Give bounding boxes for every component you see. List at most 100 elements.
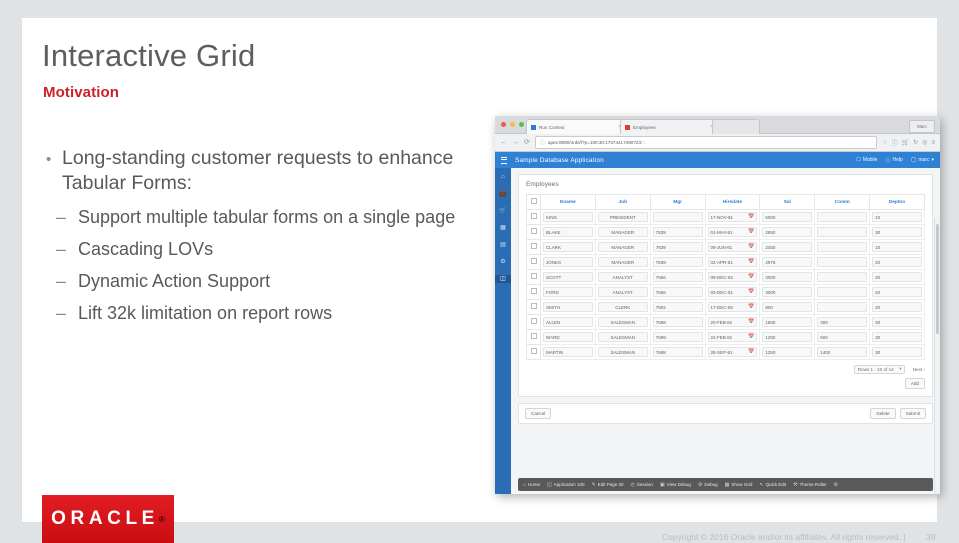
checkbox-icon[interactable] (530, 243, 537, 249)
cancel-button[interactable]: Cancel (525, 408, 552, 419)
rows-range-select[interactable]: Rows 1 - 10 of 14 (853, 365, 905, 374)
cell-mgr[interactable]: 7698 (649, 314, 706, 330)
checkbox-icon[interactable] (530, 273, 537, 279)
cell-input-comm[interactable] (817, 272, 868, 282)
cell-comm[interactable] (814, 299, 871, 315)
row-select-cell[interactable] (526, 344, 541, 360)
zoom-window-icon[interactable] (519, 122, 524, 127)
browser-menu-icon[interactable]: ≡ (931, 140, 935, 146)
cell-hiredate[interactable]: 01-MAY-81 📅 (704, 224, 761, 240)
cell-input-sal[interactable]: 3000 (762, 272, 813, 282)
table-row[interactable]: MARTIN SALESMAN 7698 28-SEP-81 📅 1250 1400 30 (526, 344, 925, 360)
cell-ename[interactable]: BLAKE (540, 224, 596, 240)
cell-input-ename[interactable]: MARTIN (543, 347, 593, 357)
cell-comm[interactable] (814, 239, 871, 255)
cell-input-ename[interactable]: KING (543, 212, 593, 222)
window-controls[interactable] (501, 122, 524, 127)
cell-input-mgr[interactable]: 7566 (652, 287, 703, 297)
cell-deptno[interactable]: 20 (869, 254, 925, 270)
bookmark-star-icon[interactable]: ☆ (882, 139, 887, 146)
cell-mgr[interactable]: 7566 (649, 284, 706, 300)
cell-input-hiredate[interactable]: 17-NOV-81 📅 (707, 212, 758, 222)
column-header-hiredate[interactable]: Hiredate (704, 194, 761, 210)
cell-input-mgr[interactable] (652, 212, 703, 222)
cell-input-sal[interactable]: 1250 (762, 347, 813, 357)
cell-deptno[interactable]: 10 (869, 239, 925, 255)
cell-input-hiredate[interactable]: 01-MAY-81 📅 (707, 227, 758, 237)
address-bar[interactable]: ⓘ apex:8080/ords/f?p=100:30:176744174907… (534, 136, 878, 149)
cell-deptno[interactable]: 20 (869, 299, 925, 315)
cell-input-sal[interactable]: 1250 (762, 332, 813, 342)
scrollbar-thumb[interactable] (936, 224, 939, 334)
sidebar-item-grid[interactable]: ◫ (495, 275, 511, 283)
cell-input-job[interactable]: PRESIDENT (597, 212, 648, 222)
cell-input-sal[interactable]: 2975 (762, 257, 813, 267)
cell-input-deptno[interactable]: 10 (872, 212, 922, 222)
cell-input-sal[interactable]: 3000 (762, 287, 813, 297)
cell-input-deptno[interactable]: 30 (872, 317, 922, 327)
cell-input-comm[interactable] (817, 302, 868, 312)
cell-job[interactable]: SALESMAN (594, 329, 651, 345)
cell-ename[interactable]: WARD (540, 329, 596, 345)
column-header-ename[interactable]: Ename (540, 194, 596, 210)
column-header-comm[interactable]: Comm (814, 194, 871, 210)
calendar-icon[interactable]: 📅 (748, 244, 754, 250)
sidebar-item-gear[interactable]: ⚙ (499, 258, 507, 266)
devbar-item-application-100[interactable]: ◱ Application 100 (547, 482, 585, 488)
cell-job[interactable]: ANALYST (594, 284, 651, 300)
cell-input-mgr[interactable]: 7839 (652, 242, 703, 252)
calendar-icon[interactable]: 📅 (748, 304, 754, 310)
cell-mgr[interactable]: 7698 (649, 344, 706, 360)
browser-user-menu[interactable]: Marc (909, 120, 935, 133)
cell-hiredate[interactable]: 22-FEB-81 📅 (704, 329, 761, 345)
submit-button[interactable]: Submit (899, 408, 926, 419)
cell-input-mgr[interactable]: 7902 (652, 302, 703, 312)
cell-hiredate[interactable]: 03-DEC-81 📅 (704, 284, 761, 300)
cell-input-mgr[interactable]: 7839 (652, 257, 703, 267)
calendar-icon[interactable]: 📅 (748, 274, 754, 280)
devbar-item-view-debug[interactable]: ▣ View Debug (660, 482, 691, 488)
devbar-item-show-grid[interactable]: ▦ Show Grid (725, 482, 753, 488)
cell-deptno[interactable]: 20 (869, 284, 925, 300)
checkbox-icon[interactable] (530, 303, 537, 309)
back-icon[interactable]: ← (500, 139, 507, 146)
next-page-button[interactable]: Next › (913, 367, 925, 372)
cell-input-comm[interactable] (817, 242, 868, 252)
cell-input-sal[interactable]: 5000 (762, 212, 813, 222)
cell-sal[interactable]: 800 (759, 299, 816, 315)
cell-input-job[interactable]: SALESMAN (597, 332, 648, 342)
cell-sal[interactable]: 3000 (759, 284, 816, 300)
devbar-item-home[interactable]: ⌂ Home (523, 482, 540, 488)
profile-icon[interactable]: ◎ (922, 139, 927, 146)
cell-input-ename[interactable]: FORD (543, 287, 593, 297)
cell-input-hiredate[interactable]: 17-DEC-80 📅 (707, 302, 758, 312)
cell-job[interactable]: MANAGER (594, 224, 651, 240)
devbar-item-session[interactable]: ◴ Session (631, 482, 653, 488)
sidebar-item-card[interactable]: ▦ (499, 224, 507, 232)
cell-deptno[interactable]: 30 (869, 329, 925, 345)
cell-input-hiredate[interactable]: 03-DEC-81 📅 (707, 287, 758, 297)
cell-input-deptno[interactable]: 30 (872, 347, 922, 357)
cell-ename[interactable]: FORD (540, 284, 596, 300)
hamburger-icon[interactable] (501, 156, 507, 164)
select-all-header[interactable] (526, 194, 541, 210)
cell-input-ename[interactable]: SCOTT (543, 272, 593, 282)
cell-hiredate[interactable]: 09-DEC-82 📅 (704, 269, 761, 285)
cell-input-sal[interactable]: 2450 (762, 242, 813, 252)
table-row[interactable]: CLARK MANAGER 7839 09-JUN-81 📅 2450 10 (526, 239, 925, 255)
cell-job[interactable]: MANAGER (594, 239, 651, 255)
cell-input-ename[interactable]: JONES (543, 257, 593, 267)
sidebar-item-briefcase[interactable]: 💼 (499, 190, 507, 198)
new-tab-button[interactable] (712, 119, 760, 134)
table-row[interactable]: WARD SALESMAN 7698 22-FEB-81 📅 1250 500 30 (526, 329, 925, 345)
cell-input-job[interactable]: MANAGER (597, 227, 648, 237)
checkbox-icon[interactable] (530, 258, 537, 264)
cell-deptno[interactable]: 30 (869, 224, 925, 240)
cell-deptno[interactable]: 30 (869, 344, 925, 360)
table-row[interactable]: SMITH CLERK 7902 17-DEC-80 📅 800 20 (526, 299, 925, 315)
header-action-user[interactable]: ◯ marc ▾ (911, 157, 934, 163)
cell-input-deptno[interactable]: 20 (872, 302, 922, 312)
sidebar-item-book[interactable]: ▤ (499, 241, 507, 249)
cell-input-mgr[interactable]: 7698 (652, 317, 703, 327)
row-select-cell[interactable] (526, 314, 541, 330)
